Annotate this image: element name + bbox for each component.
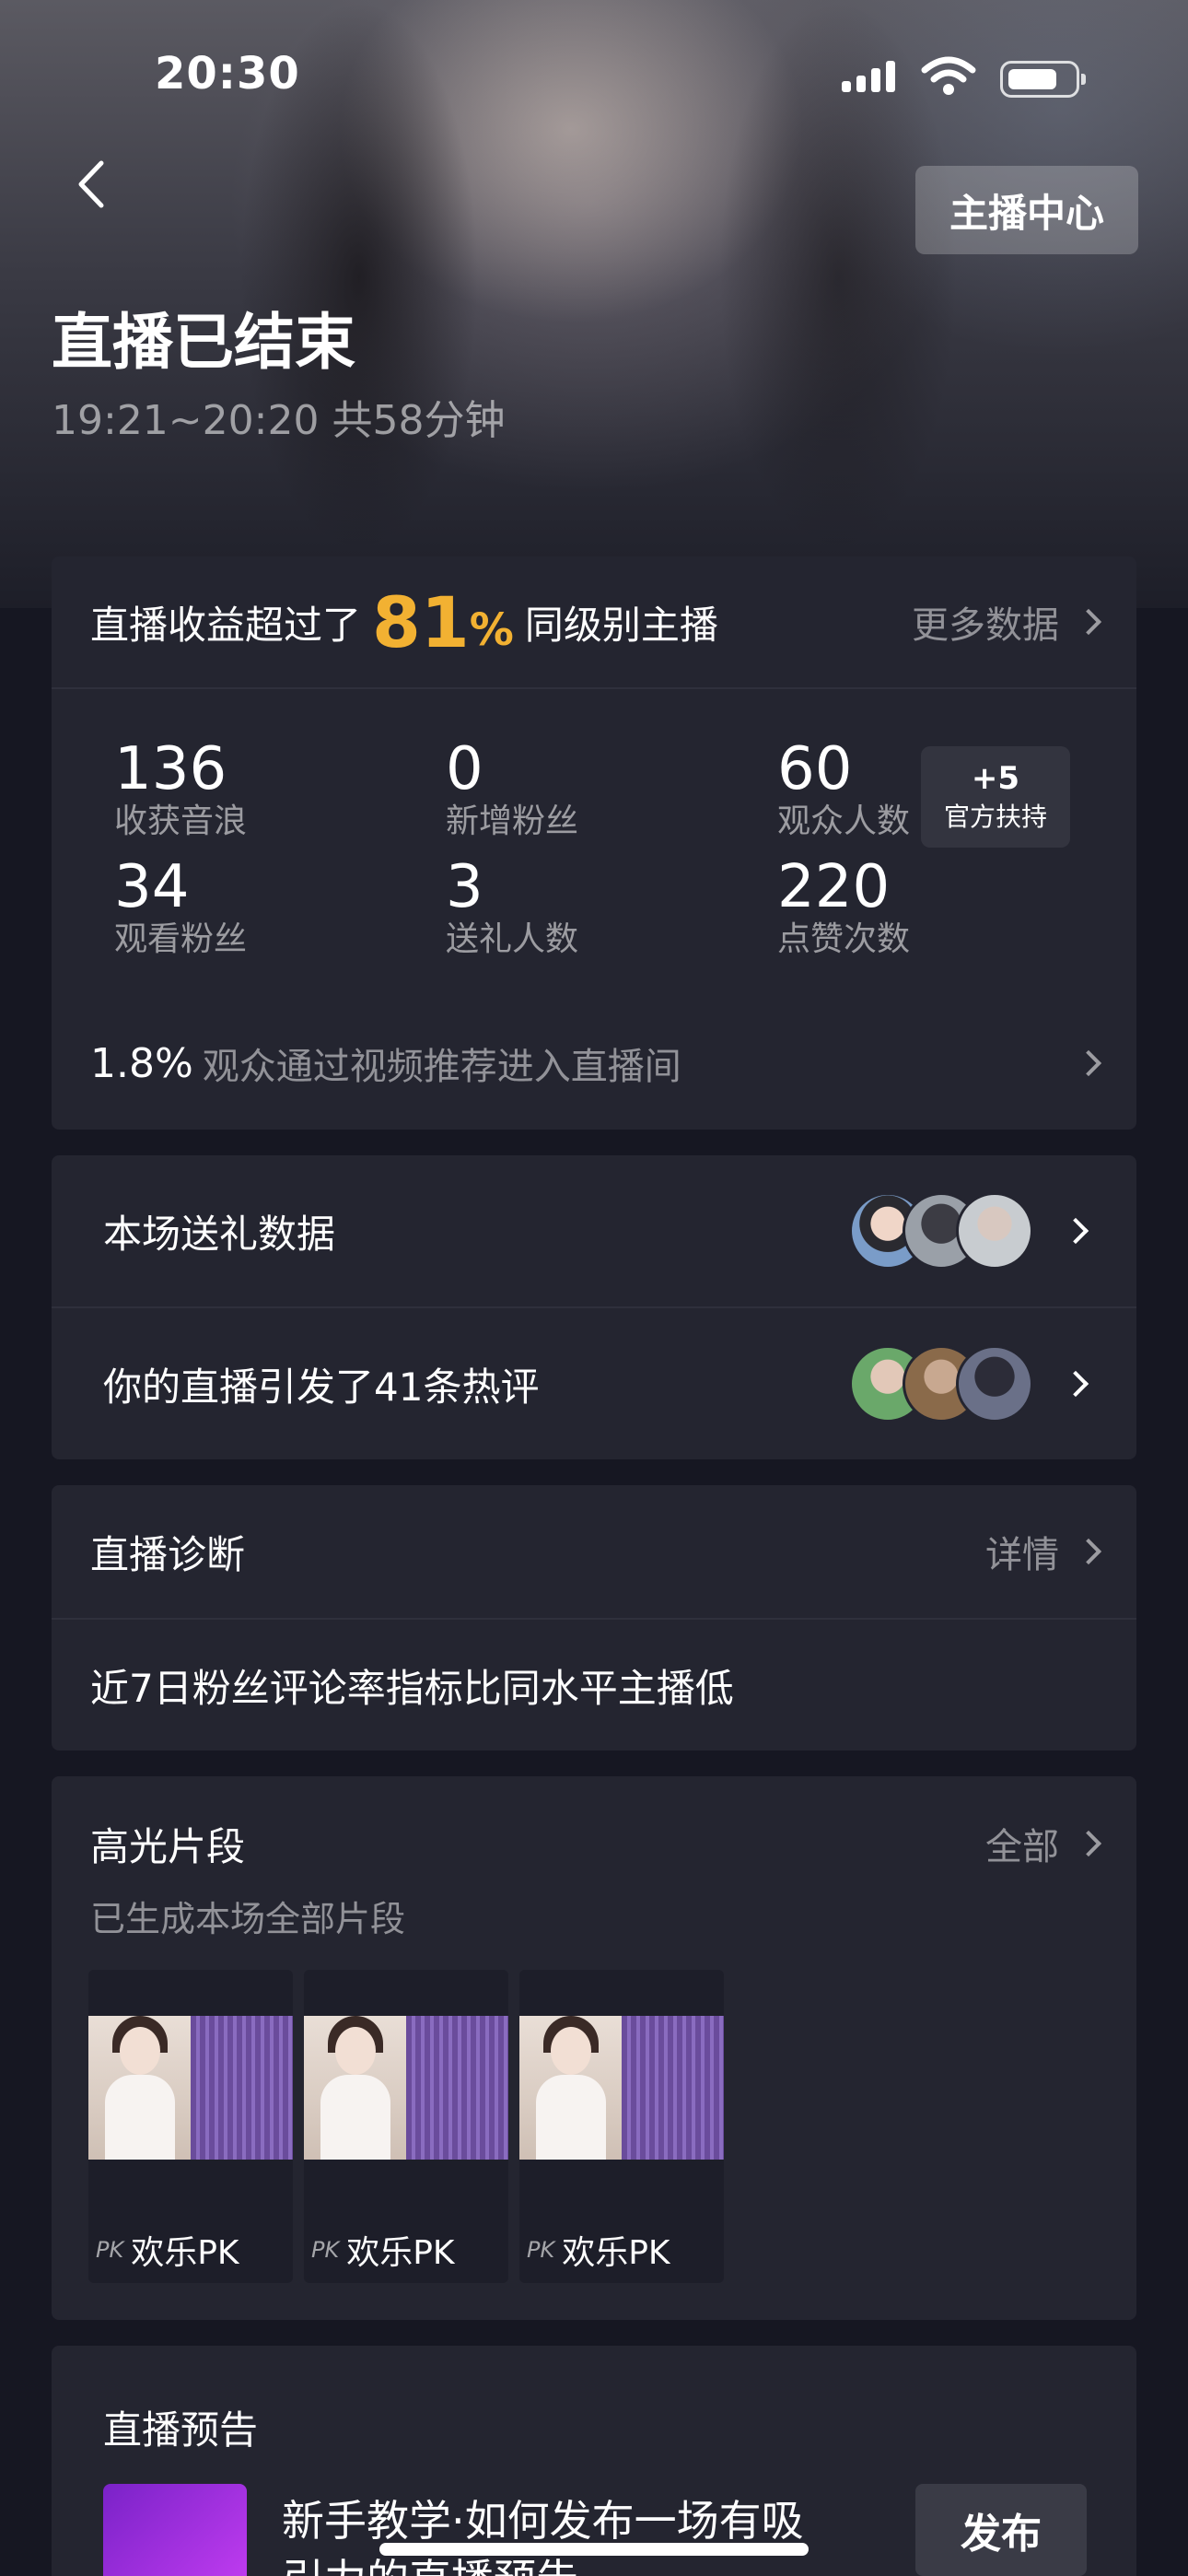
stat-label: 观众人数 [777,802,911,840]
diagnosis-card: 直播诊断 详情 近7日粉丝评论率指标比同水平主播低 [52,1485,1136,1751]
clip-caption-text: 欢乐PK [131,2234,239,2272]
highlight-clip[interactable]: PK 欢乐PK [519,1970,724,2283]
gifter-avatars [849,1192,1033,1270]
cellular-signal-icon [842,61,895,92]
pk-icon: PK [311,2237,340,2263]
status-time: 20:30 [155,48,300,100]
official-support-badge: +5 官方扶持 [921,746,1070,848]
diagnosis-detail-link[interactable]: 详情 [985,1525,1059,1578]
stat-item: 34 观看粉丝 [114,855,247,960]
pk-icon: PK [96,2237,124,2263]
hot-comments-label: 你的直播引发了41条热评 [103,1364,540,1410]
highlights-title: 高光片段 [90,1823,246,1869]
earnings-rank-row[interactable]: 直播收益超过了 81 % 同级别主播 更多数据 [52,556,1136,687]
stat-item: 0 新增粉丝 [446,737,578,842]
stat-label: 点赞次数 [777,920,911,958]
divider [52,687,1136,689]
clip-thumbnail [304,2016,508,2160]
clip-thumbnail [88,2016,293,2160]
anchor-center-button[interactable]: 主播中心 [915,166,1138,254]
diagnosis-title: 直播诊断 [90,1531,246,1577]
stat-item: 60 观众人数 [777,737,910,842]
preview-thumbnail [103,2484,247,2576]
chevron-right-icon [1075,1538,1102,1565]
chevron-right-icon [1062,1217,1089,1245]
stat-label: 新增粉丝 [446,802,579,840]
clip-caption-text: 欢乐PK [346,2234,455,2272]
gift-data-label: 本场送礼数据 [103,1211,336,1257]
recommend-percent: 1.8% [90,1039,193,1087]
live-duration: 19:21~20:20 共58分钟 [52,397,506,444]
highlights-all-link[interactable]: 全部 [985,1817,1059,1870]
clip-caption-text: 欢乐PK [562,2234,670,2272]
wifi-icon [921,56,976,95]
stat-value: 136 [114,735,227,803]
stat-item: 136 收获音浪 [114,737,247,842]
stat-label: 收获音浪 [114,802,248,840]
clip-caption: PK 欢乐PK [96,2226,239,2274]
recommend-source-row[interactable]: 1.8% 观众通过视频推荐进入直播间 [52,1017,1136,1109]
gift-data-row[interactable]: 本场送礼数据 [52,1155,1136,1306]
gift-card: 本场送礼数据 你的直播引发了41条热评 [52,1155,1136,1459]
stat-value: 3 [446,853,483,921]
earnings-percent: 81 [372,580,470,663]
status-bar: 20:30 [0,48,1188,112]
avatar [956,1192,1033,1270]
stat-value: 60 [777,735,853,803]
recommend-text: 观众通过视频推荐进入直播间 [202,1046,681,1088]
stat-label: 送礼人数 [446,920,579,958]
more-data-link[interactable]: 更多数据 [912,595,1059,649]
battery-icon [1000,61,1086,98]
preview-line-1: 新手教学·如何发布一场有吸 [282,2496,804,2546]
stat-label: 观看粉丝 [114,920,248,958]
commenter-avatars [849,1345,1033,1423]
diagnosis-message: 近7日粉丝评论率指标比同水平主播低 [90,1665,734,1711]
clip-caption: PK 欢乐PK [311,2226,455,2274]
earnings-tail-text: 同级别主播 [524,602,718,648]
highlights-subtitle: 已生成本场全部片段 [90,1899,406,1939]
pk-icon: PK [527,2237,555,2263]
earnings-percent-sign: % [469,604,514,656]
stat-value: 34 [114,853,190,921]
chevron-right-icon [1075,608,1102,636]
stat-item: 220 点赞次数 [777,855,910,960]
page-title: 直播已结束 [52,307,355,378]
stat-value: 0 [446,735,483,803]
support-value: +5 [971,760,1020,797]
preview-text[interactable]: 新手教学·如何发布一场有吸 引力的直播预告 [282,2491,804,2576]
support-label: 官方扶持 [943,802,1047,832]
preview-title: 直播预告 [103,2407,259,2453]
chevron-right-icon [1062,1370,1089,1398]
highlight-clip[interactable]: PK 欢乐PK [88,1970,293,2283]
avatar [956,1345,1033,1423]
summary-card: 直播收益超过了 81 % 同级别主播 更多数据 136 收获音浪 0 新增粉丝 … [52,556,1136,1130]
diagnosis-message-row: 近7日粉丝评论率指标比同水平主播低 [52,1620,1136,1751]
chevron-right-icon [1075,1049,1102,1077]
back-arrow-icon[interactable] [64,152,120,217]
highlight-clip[interactable]: PK 欢乐PK [304,1970,508,2283]
chevron-right-icon [1075,1830,1102,1857]
publish-button[interactable]: 发布 [915,2484,1087,2576]
diagnosis-header[interactable]: 直播诊断 详情 [52,1485,1136,1618]
stat-value: 220 [777,853,891,921]
clip-caption: PK 欢乐PK [527,2226,670,2274]
clip-thumbnail [519,2016,724,2160]
earnings-lead-text: 直播收益超过了 [90,602,362,648]
home-indicator[interactable] [379,2543,809,2556]
stat-item: 3 送礼人数 [446,855,578,960]
hot-comments-row[interactable]: 你的直播引发了41条热评 [52,1308,1136,1459]
